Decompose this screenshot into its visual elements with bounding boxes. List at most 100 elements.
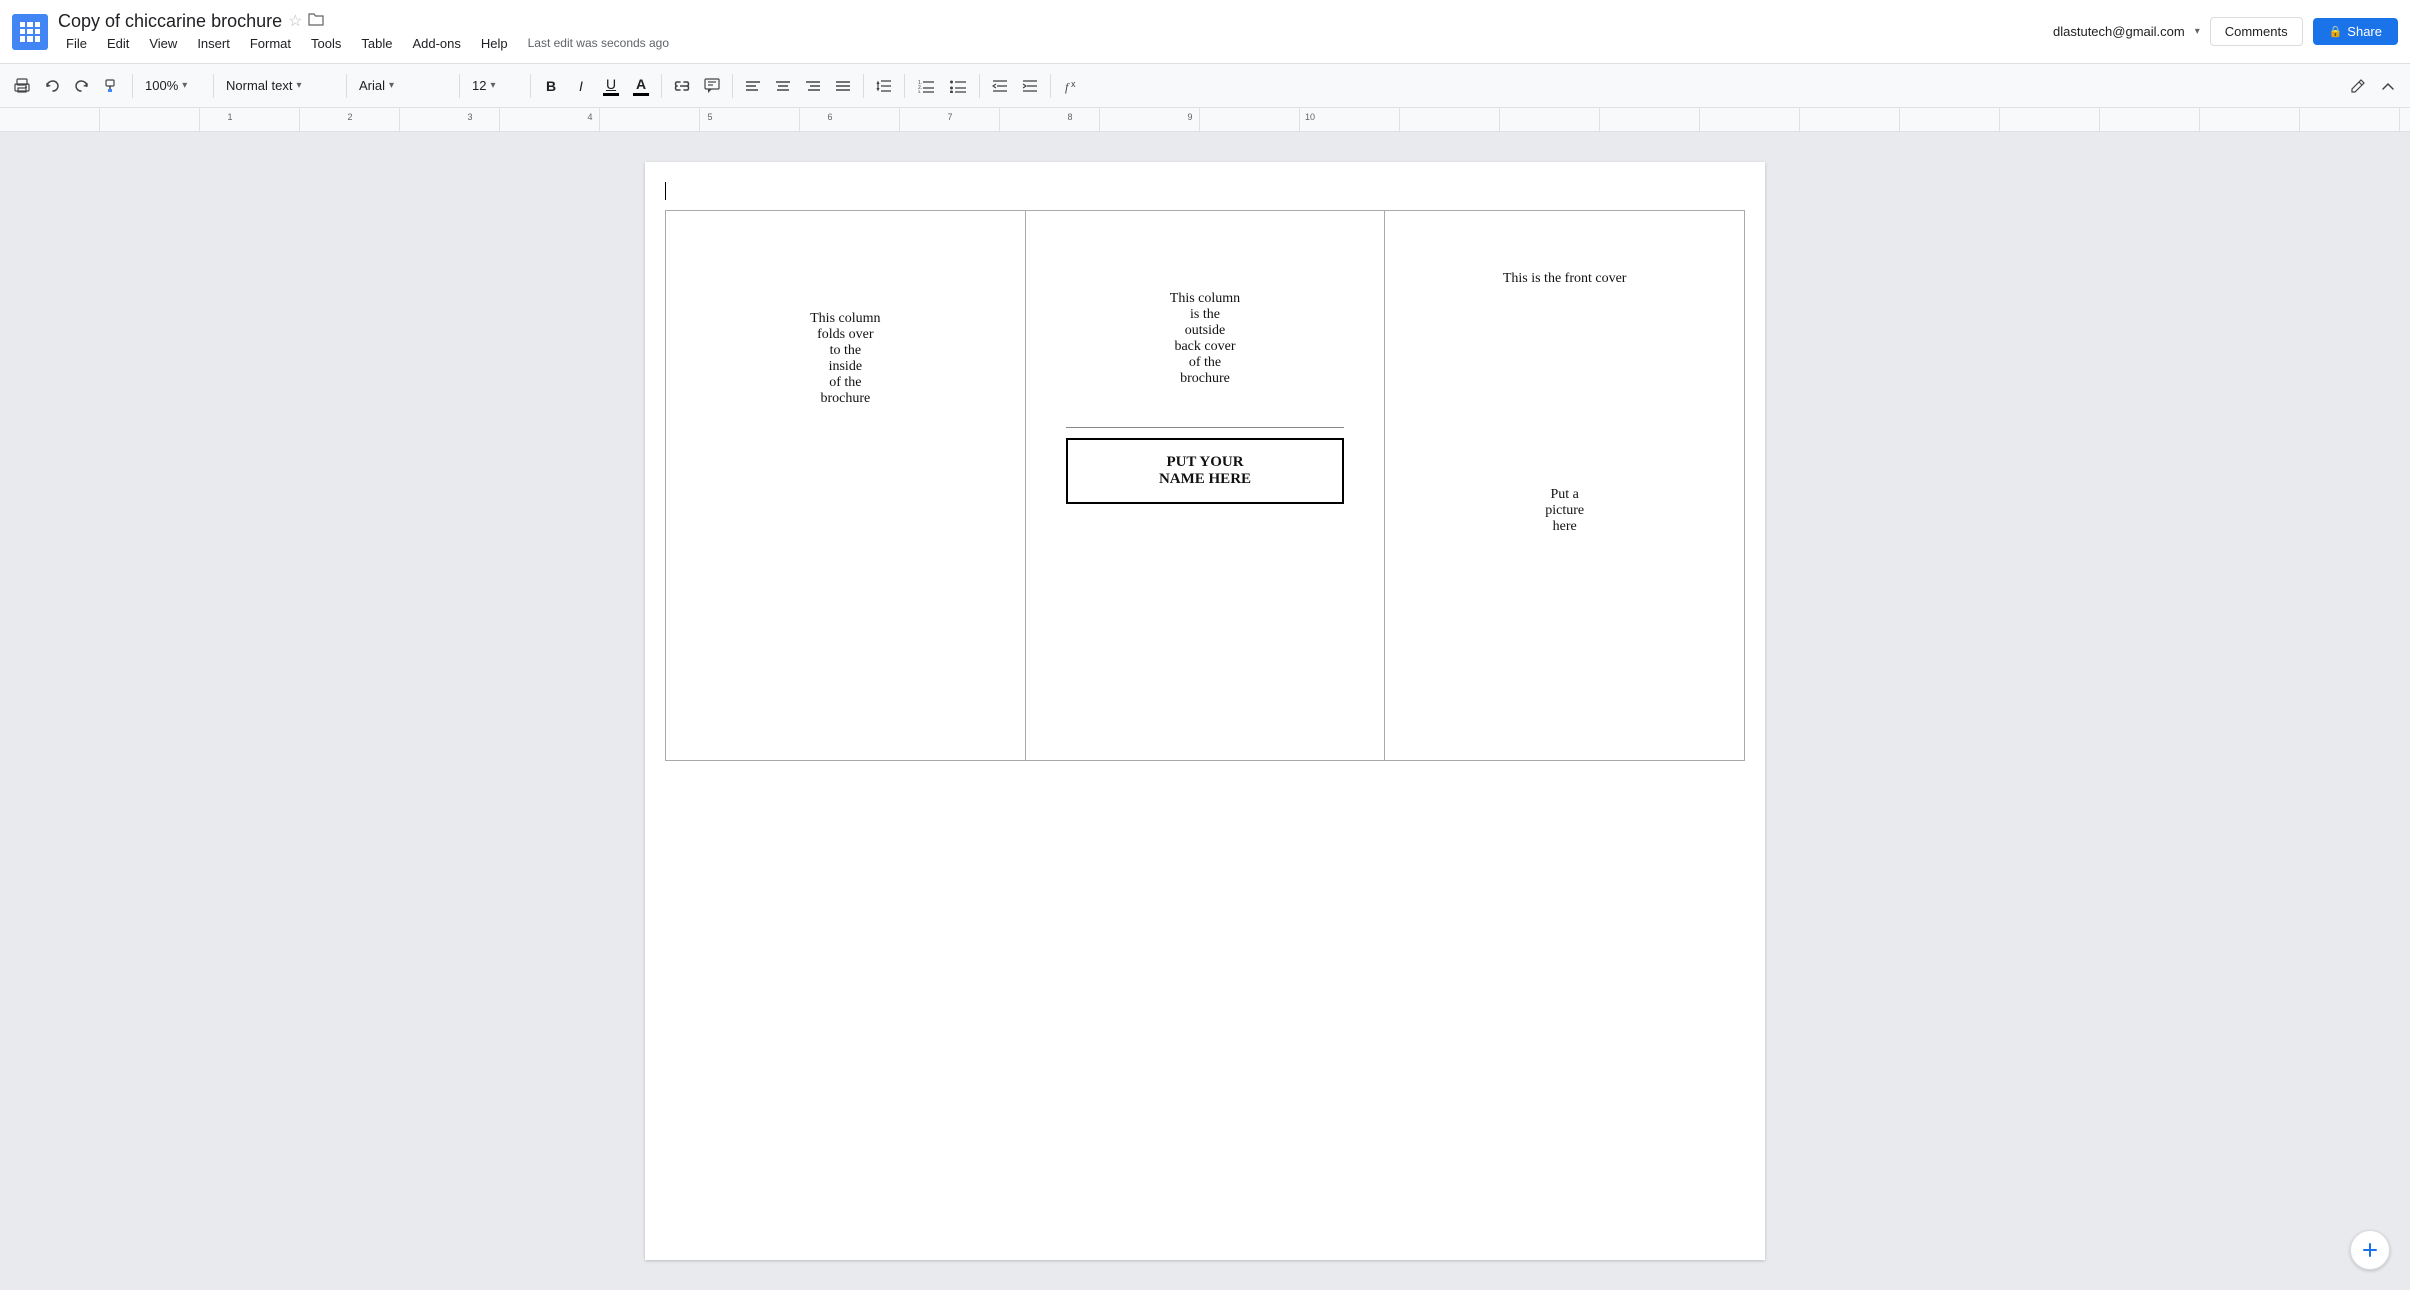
folder-icon[interactable]	[308, 11, 324, 32]
underline-button[interactable]: U	[597, 72, 625, 100]
ruler-num-8: 8	[1010, 112, 1130, 122]
italic-button[interactable]: I	[567, 72, 595, 100]
doc-page[interactable]: This column folds over to the inside of …	[645, 162, 1765, 1260]
menu-addons[interactable]: Add-ons	[404, 34, 468, 53]
lock-icon: 🔒	[2329, 25, 2343, 38]
underline-label: U	[606, 76, 616, 92]
col3-picture: Put a picture here	[1405, 287, 1724, 535]
link-button[interactable]	[668, 72, 696, 100]
star-icon[interactable]: ☆	[288, 11, 302, 31]
align-center-button[interactable]	[769, 72, 797, 100]
menu-help[interactable]: Help	[473, 34, 516, 53]
col3-front-cover: This is the front cover	[1405, 231, 1724, 287]
undo-button[interactable]	[38, 72, 66, 100]
name-box-text: PUT YOUR NAME HERE	[1159, 454, 1251, 487]
pen-color-button[interactable]	[2344, 72, 2372, 100]
separator-6	[661, 74, 662, 98]
main-area[interactable]: This column folds over to the inside of …	[0, 132, 2410, 1290]
formula-button[interactable]: fx	[1057, 72, 1087, 100]
name-box[interactable]: PUT YOUR NAME HERE	[1066, 438, 1345, 504]
table-col-3[interactable]: This is the front cover Put a picture he…	[1385, 211, 1745, 761]
indent-more-button[interactable]	[1016, 72, 1044, 100]
separator-2	[213, 74, 214, 98]
separator-11	[1050, 74, 1051, 98]
align-left-button[interactable]	[739, 72, 767, 100]
menu-view[interactable]: View	[141, 34, 185, 53]
smart-compose-button[interactable]	[2350, 1230, 2390, 1270]
share-label: Share	[2347, 24, 2382, 39]
doc-title-area: Copy of chiccarine brochure ☆ File Edit …	[58, 11, 2053, 53]
collapse-toolbar-button[interactable]	[2374, 72, 2402, 100]
top-bar: Copy of chiccarine brochure ☆ File Edit …	[0, 0, 2410, 64]
col1-text: This column folds over to the inside of …	[686, 231, 1005, 407]
comment-inline-button[interactable]	[698, 72, 726, 100]
table-col-1[interactable]: This column folds over to the inside of …	[666, 211, 1026, 761]
menu-table[interactable]: Table	[353, 34, 400, 53]
ordered-list-button[interactable]: 1.2.3.	[911, 72, 941, 100]
redo-button[interactable]	[68, 72, 96, 100]
menu-tools[interactable]: Tools	[303, 34, 349, 53]
ruler-numbers: 1 2 3 4 5 6 7 8 9 10	[170, 112, 1370, 122]
app-icon[interactable]	[12, 14, 48, 50]
font-dropdown[interactable]: Arial ▾	[353, 72, 453, 100]
text-cursor	[665, 182, 666, 200]
align-right-button[interactable]	[799, 72, 827, 100]
separator-4	[459, 74, 460, 98]
menu-edit[interactable]: Edit	[99, 34, 137, 53]
zoom-dropdown[interactable]: 100% ▾	[139, 72, 207, 100]
print-button[interactable]	[8, 72, 36, 100]
ruler-num-7: 7	[890, 112, 1010, 122]
user-email[interactable]: dlastutech@gmail.com	[2053, 24, 2185, 39]
indent-less-button[interactable]	[986, 72, 1014, 100]
ruler-num-10: 10	[1250, 112, 1370, 122]
size-dropdown[interactable]: 12 ▾	[466, 72, 524, 100]
style-dropdown[interactable]: Normal text ▾	[220, 72, 340, 100]
underline-color-bar	[603, 93, 619, 96]
ruler-num-9: 9	[1130, 112, 1250, 122]
col2-divider	[1066, 427, 1345, 428]
bullet-list-button[interactable]	[943, 72, 973, 100]
col2-label: This column is the outside back cover of…	[1170, 291, 1240, 386]
separator-10	[979, 74, 980, 98]
separator-7	[732, 74, 733, 98]
table-col-2[interactable]: This column is the outside back cover of…	[1025, 211, 1385, 761]
font-arrow: ▾	[389, 80, 394, 91]
bold-button[interactable]: B	[537, 72, 565, 100]
line-spacing-button[interactable]	[870, 72, 898, 100]
font-value: Arial	[359, 78, 385, 93]
text-color-button[interactable]: A	[627, 72, 655, 100]
comments-button[interactable]: Comments	[2210, 17, 2303, 46]
text-color-label: A	[636, 76, 646, 92]
doc-title[interactable]: Copy of chiccarine brochure	[58, 11, 282, 32]
separator-3	[346, 74, 347, 98]
ruler-num-1: 1	[170, 112, 290, 122]
separator-9	[904, 74, 905, 98]
style-arrow: ▾	[296, 80, 301, 91]
font-size-value: 12	[472, 78, 486, 93]
menu-insert[interactable]: Insert	[189, 34, 238, 53]
zoom-arrow: ▾	[182, 80, 187, 91]
menu-format[interactable]: Format	[242, 34, 299, 53]
separator-8	[863, 74, 864, 98]
brochure-table[interactable]: This column folds over to the inside of …	[665, 210, 1745, 761]
last-edit: Last edit was seconds ago	[528, 36, 669, 50]
ruler-num-6: 6	[770, 112, 890, 122]
table-row: This column folds over to the inside of …	[666, 211, 1745, 761]
toolbar: 100% ▾ Normal text ▾ Arial ▾ 12 ▾ B I U …	[0, 64, 2410, 108]
user-dropdown-arrow[interactable]: ▾	[2195, 26, 2200, 37]
ruler-num-3: 3	[410, 112, 530, 122]
svg-text:3.: 3.	[918, 89, 921, 93]
separator-5	[530, 74, 531, 98]
share-button[interactable]: 🔒 Share	[2313, 18, 2398, 45]
zoom-value: 100%	[145, 78, 178, 93]
align-justify-button[interactable]	[829, 72, 857, 100]
cursor	[665, 182, 1745, 210]
separator-1	[132, 74, 133, 98]
top-right: dlastutech@gmail.com ▾ Comments 🔒 Share	[2053, 17, 2398, 46]
col3-top-text: This is the front cover	[1503, 271, 1627, 286]
menu-file[interactable]: File	[58, 34, 95, 53]
col2-top-text: This column is the outside back cover of…	[1046, 231, 1365, 417]
paint-format-button[interactable]	[98, 72, 126, 100]
ruler-num-2: 2	[290, 112, 410, 122]
col3-picture-text: Put a picture here	[1545, 487, 1584, 534]
